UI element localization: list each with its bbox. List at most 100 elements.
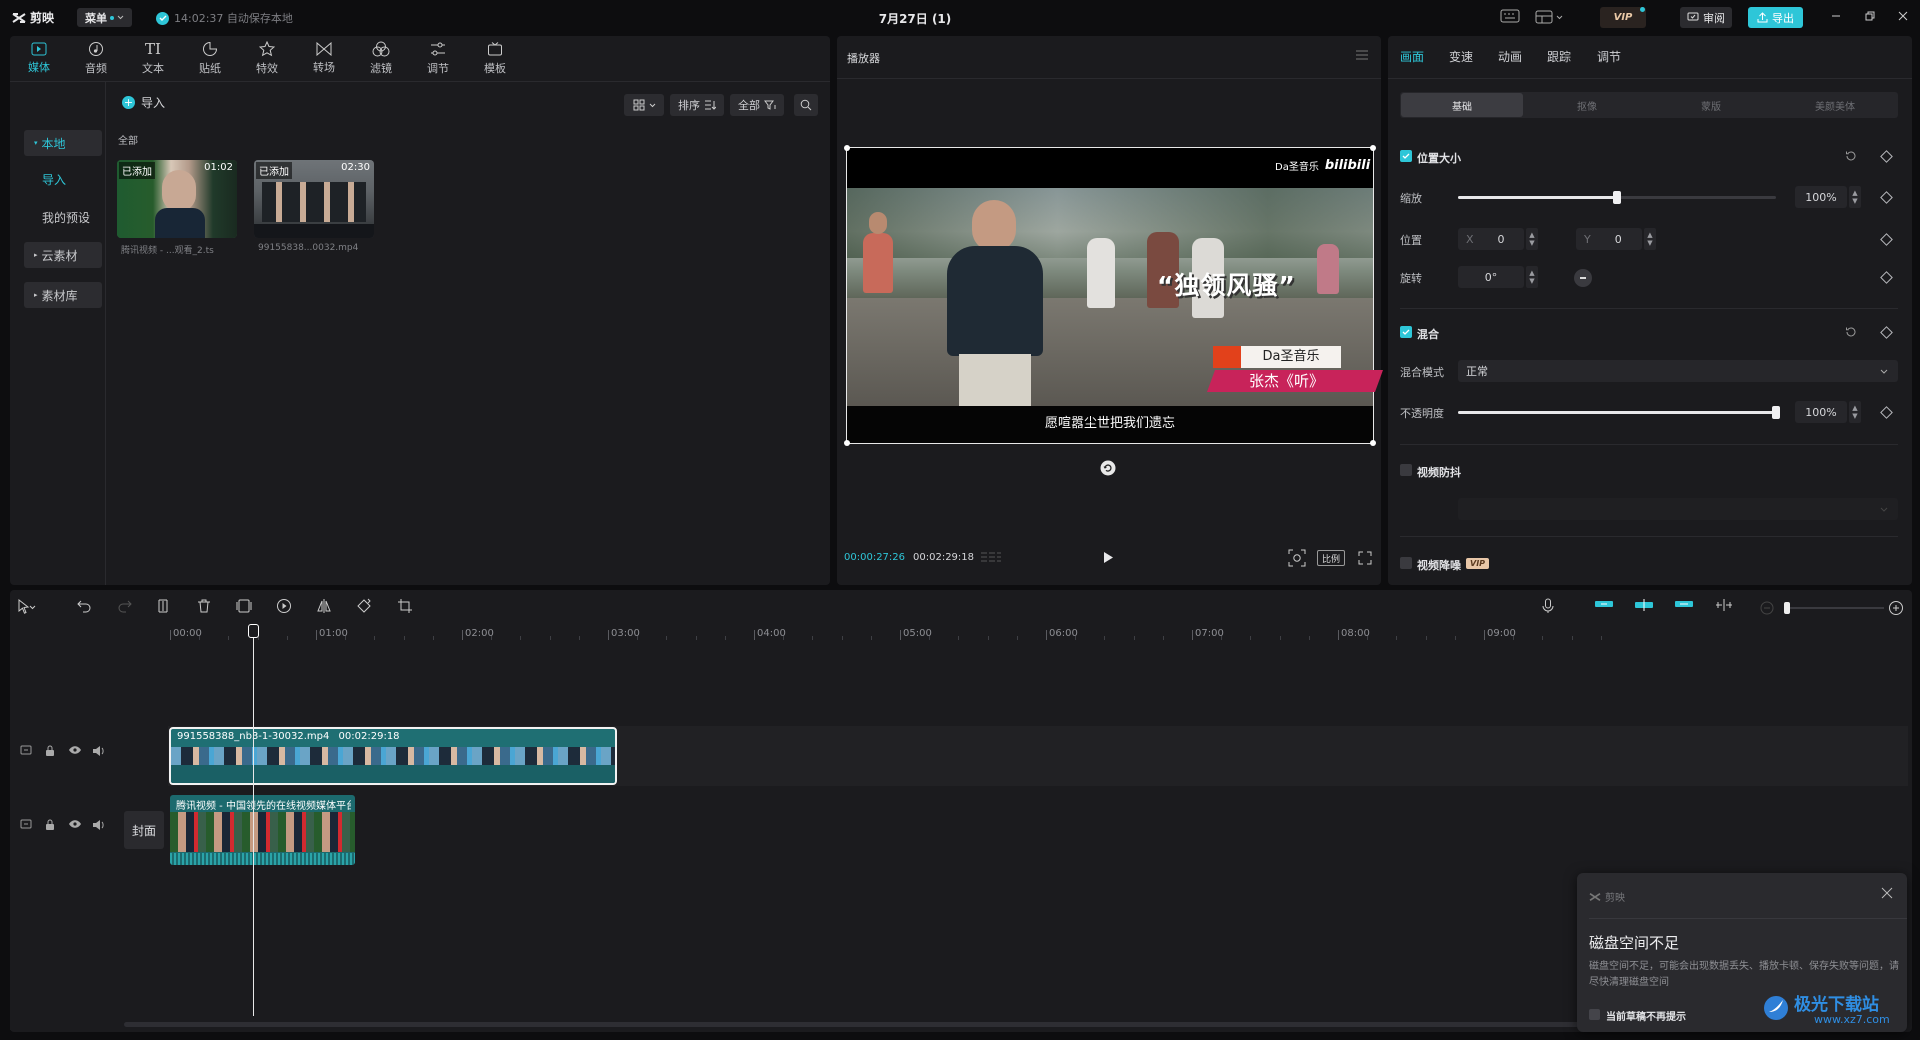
tab-media[interactable]: 媒体	[16, 38, 62, 78]
keyframe-diamond-icon[interactable]	[1880, 233, 1893, 246]
scale-stepper[interactable]: ▲ ▼	[1849, 186, 1861, 208]
export-button[interactable]: 导出	[1748, 7, 1803, 28]
tab-template[interactable]: 模板	[472, 38, 518, 78]
menu-button[interactable]: 菜单	[77, 8, 132, 27]
x-stepper[interactable]: ▲ ▼	[1526, 228, 1538, 250]
playhead-handle[interactable]	[248, 624, 259, 638]
preview-axis-button[interactable]	[1714, 598, 1736, 618]
import-button[interactable]: + 导入	[122, 94, 165, 111]
tab-canvas[interactable]: 画面	[1400, 48, 1424, 65]
eye-icon[interactable]	[68, 745, 82, 759]
select-tool[interactable]	[16, 598, 36, 618]
opacity-input[interactable]: 100%	[1795, 401, 1847, 423]
position-size-checkbox[interactable]	[1400, 150, 1412, 162]
zoom-out-icon[interactable]	[1760, 601, 1774, 615]
player-menu-icon[interactable]	[1355, 50, 1369, 62]
opacity-stepper[interactable]: ▲ ▼	[1849, 401, 1861, 423]
blend-checkbox[interactable]	[1400, 326, 1412, 338]
sidebar-item-cloud[interactable]: ▸ 云素材	[24, 242, 102, 268]
rotate-button[interactable]	[356, 598, 376, 618]
split-button[interactable]	[155, 598, 175, 618]
subtab-basic[interactable]: 基础	[1401, 93, 1523, 117]
x-input[interactable]: X 0	[1458, 228, 1524, 250]
tab-sticker[interactable]: 贴纸	[187, 38, 233, 78]
tab-audio[interactable]: 音频	[73, 38, 119, 78]
rotation-stepper[interactable]: ▲ ▼	[1526, 266, 1538, 288]
playhead[interactable]	[248, 624, 259, 1016]
zoom-slider-thumb[interactable]	[1784, 602, 1790, 614]
resize-handle[interactable]	[1370, 440, 1376, 446]
rotate-handle-icon[interactable]	[1100, 460, 1116, 476]
cover-button[interactable]: 封面	[124, 811, 164, 849]
track-cover-toggle-icon[interactable]	[20, 745, 34, 759]
video-preview[interactable]: Da圣音乐 bilibili “独领风骚” 张杰《听》 Da圣音乐 愿喧嚣尘世把…	[844, 145, 1384, 446]
crop-button[interactable]	[397, 598, 417, 618]
subtab-mask[interactable]: 蒙版	[1650, 93, 1772, 117]
dont-remind-checkbox[interactable]	[1589, 1009, 1600, 1020]
sidebar-item-import[interactable]: 导入	[24, 166, 102, 192]
media-item[interactable]: 已添加 01:02	[117, 160, 237, 238]
tab-adjust[interactable]: 调节	[415, 38, 461, 78]
subtab-beauty[interactable]: 美颜美体	[1774, 93, 1896, 117]
opacity-slider[interactable]	[1458, 406, 1780, 419]
view-mode-button[interactable]	[624, 94, 664, 116]
scale-slider-thumb[interactable]	[1613, 191, 1621, 204]
track-cover-toggle-icon[interactable]	[20, 819, 34, 833]
blend-mode-select[interactable]: 正常	[1458, 360, 1898, 382]
eye-icon[interactable]	[68, 819, 82, 833]
keyframe-diamond-icon[interactable]	[1880, 191, 1893, 204]
opacity-slider-thumb[interactable]	[1772, 406, 1780, 419]
redo-button[interactable]	[117, 598, 137, 618]
time-ruler[interactable]: 00:00 01:00 02:00 03:00 04:00 05:00 06:00 07:00…	[122, 624, 1910, 642]
sidebar-item-library[interactable]: ▸ 素材库	[24, 282, 102, 308]
zoom-slider[interactable]	[1784, 602, 1884, 614]
restore-button[interactable]	[1864, 10, 1878, 24]
tab-props-adjust[interactable]: 调节	[1597, 48, 1621, 65]
sidebar-item-presets[interactable]: 我的预设	[24, 204, 102, 230]
main-track-magnet-button[interactable]	[1594, 598, 1616, 618]
lock-icon[interactable]	[45, 745, 59, 759]
subtab-cutout[interactable]: 抠像	[1526, 93, 1648, 117]
resize-handle[interactable]	[1370, 145, 1376, 151]
tab-filter[interactable]: 滤镜	[358, 38, 404, 78]
scale-input[interactable]: 100%	[1795, 186, 1847, 208]
auto-snap-button[interactable]	[1634, 598, 1656, 618]
rotation-input[interactable]: 0°	[1458, 266, 1524, 288]
reverse-button[interactable]	[276, 598, 296, 618]
keyframe-diamond-icon[interactable]	[1880, 326, 1893, 339]
keyframe-diamond-icon[interactable]	[1880, 406, 1893, 419]
tab-animation[interactable]: 动画	[1498, 48, 1522, 65]
keyframe-diamond-icon[interactable]	[1880, 271, 1893, 284]
undo-button[interactable]	[76, 598, 96, 618]
sort-button[interactable]: 排序	[670, 94, 724, 116]
denoise-checkbox[interactable]	[1400, 557, 1412, 569]
search-button[interactable]	[794, 94, 818, 116]
tab-effects[interactable]: 特效	[244, 38, 290, 78]
layout-switch-button[interactable]	[1535, 9, 1569, 25]
y-input[interactable]: Y 0	[1576, 228, 1642, 250]
minimize-button[interactable]	[1830, 10, 1844, 24]
fullscreen-icon[interactable]	[1358, 551, 1372, 565]
filter-button[interactable]: 全部	[730, 94, 784, 116]
y-stepper[interactable]: ▲ ▼	[1644, 228, 1656, 250]
review-button[interactable]: 审阅	[1680, 7, 1732, 28]
rotation-dial[interactable]	[1574, 269, 1592, 287]
delete-button[interactable]	[196, 598, 216, 618]
speaker-icon[interactable]	[92, 745, 106, 759]
video-clip-selected[interactable]: 991558388_nb3-1-30032.mp4 00:02:29:18	[169, 727, 617, 785]
zoom-in-icon[interactable]	[1888, 600, 1904, 616]
keyframe-diamond-icon[interactable]	[1880, 150, 1893, 163]
video-clip[interactable]: 腾讯视频 - 中国领先的在线视频媒体平台	[170, 795, 355, 865]
scale-slider[interactable]	[1458, 191, 1776, 204]
ratio-button[interactable]: 比例	[1317, 550, 1345, 566]
fit-screen-icon[interactable]	[1288, 549, 1306, 567]
tab-tracking[interactable]: 跟踪	[1547, 48, 1571, 65]
resize-handle[interactable]	[844, 145, 850, 151]
freeze-button[interactable]	[236, 598, 256, 618]
play-button[interactable]	[1102, 551, 1116, 565]
linkage-button[interactable]	[1674, 598, 1696, 618]
reset-icon[interactable]	[1844, 149, 1858, 163]
timeline-scrollbar[interactable]	[124, 1022, 1800, 1027]
mirror-button[interactable]	[316, 598, 336, 618]
tab-transition[interactable]: 转场	[301, 38, 347, 78]
